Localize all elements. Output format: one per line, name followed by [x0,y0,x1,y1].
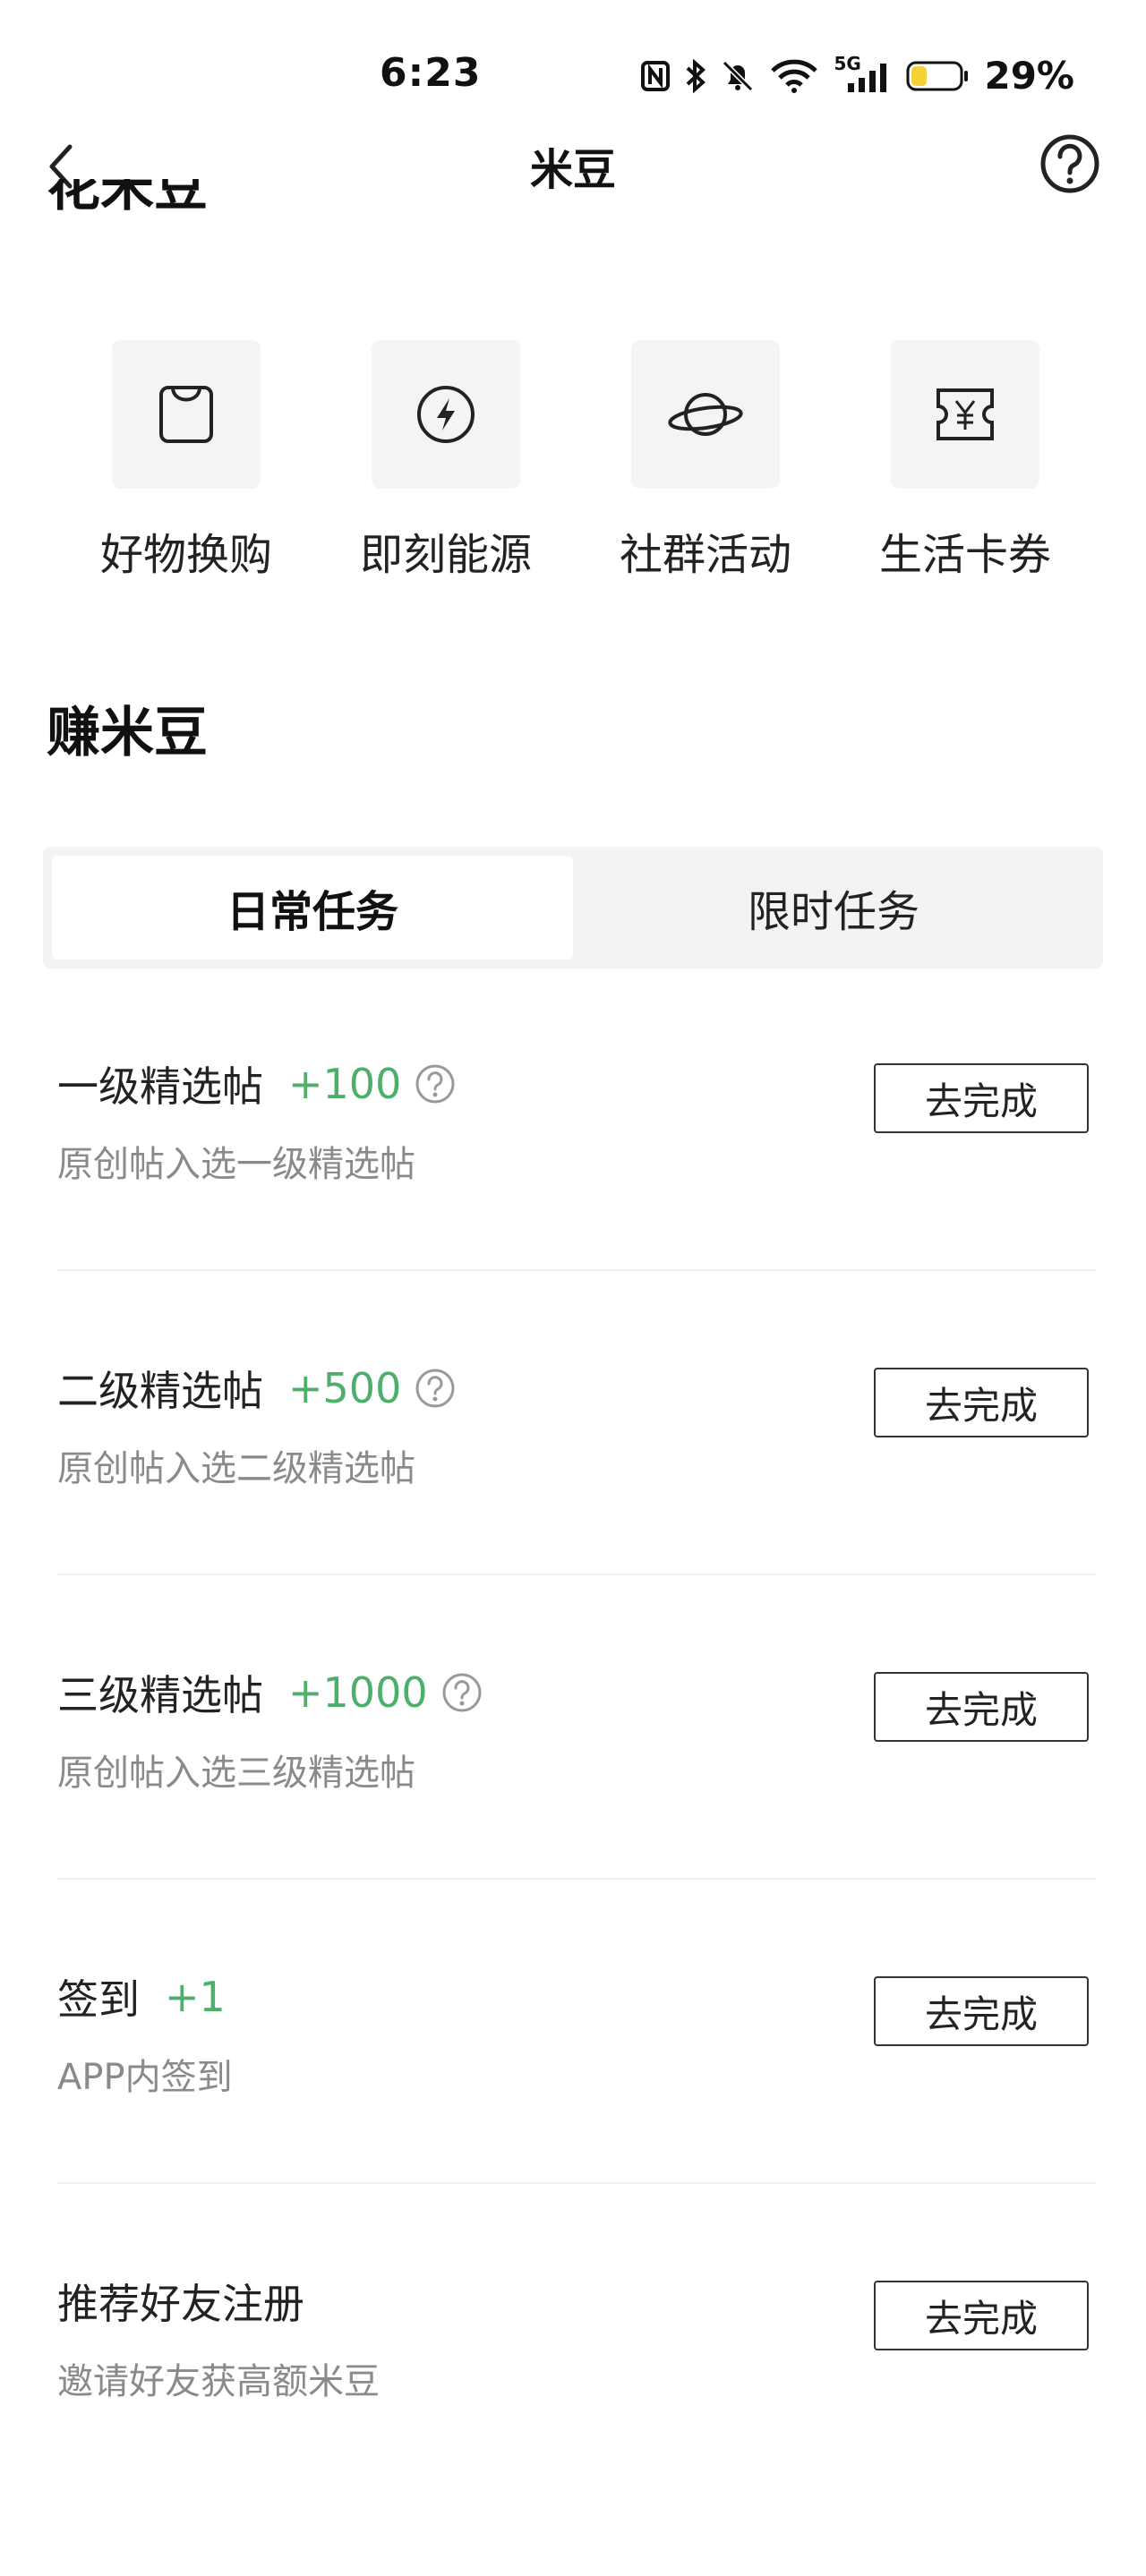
divider [57,2182,1096,2184]
earn-section-title: 赚米豆 [47,702,208,764]
task-help-button[interactable] [414,1367,457,1410]
battery-icon [906,61,969,90]
spend-item-energy[interactable]: 即刻能源 [356,340,535,582]
spend-tile [631,340,780,489]
spend-item-label: 好物换购 [99,530,272,580]
spend-item-goods[interactable]: 好物换购 [97,340,276,582]
spend-section-title: 花米豆 [47,179,208,218]
task-row: 三级精选帖 +1000 原创帖入选三级精选帖 去完成 [57,1663,1096,1967]
complete-task-button[interactable]: 去完成 [874,2281,1089,2350]
planet-icon [668,393,743,436]
divider [57,1878,1096,1880]
spend-item-coupons[interactable]: 生活卡券 [876,340,1055,582]
task-row: 二级精选帖 +500 原创帖入选二级精选帖 去完成 [57,1359,1096,1663]
spend-item-label: 社群活动 [619,530,791,580]
task-description: APP内签到 [57,2057,233,2098]
task-help-button[interactable] [414,1062,457,1105]
mute-bell-icon [723,60,754,91]
task-points: +500 [288,1364,402,1412]
spend-tile [112,340,261,489]
spend-tile [372,340,520,489]
task-title: 二级精选帖 [57,1367,263,1415]
task-description: 原创帖入选三级精选帖 [57,1753,415,1794]
question-circle-icon [415,1064,455,1104]
task-points: +100 [288,1060,402,1108]
spend-tile [891,340,1039,489]
spend-item-community[interactable]: 社群活动 [616,340,795,582]
tab-limited-tasks[interactable]: 限时任务 [573,856,1094,960]
complete-task-button[interactable]: 去完成 [874,1368,1089,1437]
status-time: 6:23 [380,50,482,96]
task-row: 一级精选帖 +100 原创帖入选一级精选帖 去完成 [57,1054,1096,1359]
task-row: 签到 +1 APP内签到 去完成 [57,1967,1096,2272]
help-button[interactable] [1039,132,1101,195]
task-description: 原创帖入选二级精选帖 [57,1448,415,1489]
question-circle-icon [1040,134,1099,193]
status-icons: 5G 29% [640,53,1074,98]
divider [57,1269,1096,1271]
question-circle-icon [442,1673,482,1712]
divider [57,1574,1096,1575]
lightning-circle-icon [417,386,475,443]
task-row: 推荐好友注册 邀请好友获高额米豆 去完成 [57,2272,1096,2576]
task-points: +1000 [288,1668,428,1717]
complete-task-button[interactable]: 去完成 [874,1976,1089,2046]
task-title: 推荐好友注册 [57,2280,304,2328]
status-bar: 6:23 5G 29% [0,0,1146,143]
battery-percent: 29% [984,54,1074,98]
task-title: 三级精选帖 [57,1671,263,1719]
task-title: 一级精选帖 [57,1062,263,1111]
shopping-bag-icon [159,386,213,443]
task-title: 签到 [57,1975,140,2024]
task-description: 邀请好友获高额米豆 [57,2361,380,2402]
yen-coupon-icon [936,388,994,440]
task-tabs: 日常任务 限时任务 [43,847,1103,968]
task-points: +1 [165,1973,226,2021]
question-circle-icon [415,1369,455,1408]
tab-daily-tasks[interactable]: 日常任务 [52,856,573,960]
task-help-button[interactable] [440,1671,483,1714]
nfc-icon [641,60,671,91]
complete-task-button[interactable]: 去完成 [874,1672,1089,1742]
complete-task-button[interactable]: 去完成 [874,1063,1089,1133]
cell-signal-icon: 5G [834,53,891,94]
wifi-icon [771,59,818,93]
spend-item-label: 生活卡券 [878,530,1051,580]
bluetooth-icon [687,58,706,93]
spend-item-label: 即刻能源 [359,530,532,580]
task-description: 原创帖入选一级精选帖 [57,1144,415,1185]
